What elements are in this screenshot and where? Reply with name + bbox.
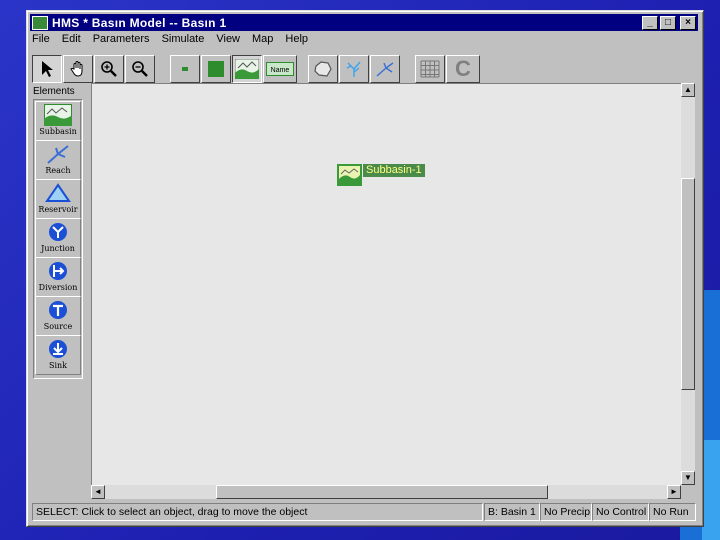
scroll-down-button[interactable]: ▼ (681, 471, 695, 485)
palette-item-reach[interactable]: Reach (35, 140, 81, 180)
elements-palette: Subbasin Reach Reservoir Junction Divers… (33, 99, 83, 379)
large-square-icon (208, 61, 224, 77)
title-bar[interactable]: HMS * Basın Model -- Basın 1 _ □ × (30, 14, 698, 31)
horizontal-scrollbar[interactable]: ◄ ► (91, 485, 681, 499)
palette-label-source: Source (43, 322, 73, 331)
boundary-icon (314, 61, 332, 77)
menu-parameters[interactable]: Parameters (93, 33, 150, 51)
window-title: HMS * Basın Model -- Basın 1 (52, 15, 227, 30)
name-label-icon: Name (266, 62, 294, 76)
palette-item-junction[interactable]: Junction (35, 218, 81, 258)
sink-icon (49, 340, 67, 358)
grid-toggle[interactable] (415, 55, 445, 83)
status-run: No Run (649, 503, 696, 521)
palette-item-reservoir[interactable]: Reservoir (35, 179, 81, 219)
hand-icon (70, 61, 83, 77)
vertical-scrollbar[interactable]: ▲ ▼ (681, 83, 695, 485)
toolbar: Name C (32, 55, 692, 83)
palette-item-subbasin[interactable]: Subbasin (35, 101, 81, 141)
basin-map-canvas[interactable]: Subbasin-1 (91, 83, 682, 486)
menu-bar: File Edit Parameters Simulate View Map H… (32, 33, 320, 51)
palette-label-diversion: Diversion (38, 283, 78, 292)
zoom-in-icon (101, 61, 117, 77)
stream-icon (376, 62, 394, 77)
elements-palette-title: Elements (33, 86, 75, 97)
map-icon-toggle[interactable] (232, 55, 262, 83)
horizontal-scroll-thumb[interactable] (216, 485, 548, 499)
subbasin-1-node[interactable]: Subbasin-1 (337, 163, 425, 186)
status-message: SELECT: Click to select an object, drag … (32, 503, 483, 521)
stream-network-toggle[interactable] (339, 55, 369, 83)
palette-item-source[interactable]: Source (35, 296, 81, 336)
minimize-button[interactable]: _ (642, 15, 658, 30)
menu-simulate[interactable]: Simulate (162, 33, 205, 51)
subbasin-icon (44, 104, 72, 126)
vertical-scroll-thumb[interactable] (681, 178, 695, 390)
palette-label-reservoir: Reservoir (38, 205, 78, 214)
small-square-icon (182, 67, 188, 71)
name-toggle[interactable]: Name (263, 55, 297, 83)
menu-map[interactable]: Map (252, 33, 273, 51)
menu-help[interactable]: Help (285, 33, 308, 51)
desktop-accent-light (702, 440, 720, 540)
reach-icon (47, 145, 69, 164)
close-button[interactable]: × (680, 15, 696, 30)
menu-edit[interactable]: Edit (62, 33, 81, 51)
palette-label-reach: Reach (45, 166, 71, 175)
landscape-icon (235, 59, 259, 79)
subbasin-1-label: Subbasin-1 (363, 163, 425, 177)
small-icon-toggle[interactable] (170, 55, 200, 83)
name-toggle-label: Name (271, 67, 290, 74)
maximize-button[interactable]: □ (660, 15, 676, 30)
hms-app-icon (32, 15, 48, 30)
arrow-pointer-icon (42, 61, 53, 77)
palette-label-junction: Junction (41, 244, 75, 253)
select-tool-button[interactable] (32, 55, 62, 83)
reservoir-triangle-icon (45, 183, 71, 202)
status-bar: SELECT: Click to select an object, drag … (32, 503, 696, 521)
status-control: No Control (592, 503, 649, 521)
palette-label-sink: Sink (48, 361, 68, 370)
menu-view[interactable]: View (216, 33, 240, 51)
compute-button[interactable]: C (446, 55, 480, 83)
palette-item-diversion[interactable]: Diversion (35, 257, 81, 297)
scroll-left-button[interactable]: ◄ (91, 485, 105, 499)
c-letter-icon: C (455, 56, 471, 81)
river-network-icon (346, 61, 361, 77)
scroll-right-button[interactable]: ► (667, 485, 681, 499)
junction-icon (49, 223, 67, 241)
palette-label-subbasin: Subbasin (39, 127, 77, 136)
menu-file[interactable]: File (32, 33, 50, 51)
zoom-in-button[interactable] (94, 55, 124, 83)
scroll-up-button[interactable]: ▲ (681, 83, 695, 97)
reach-toggle[interactable] (370, 55, 400, 83)
zoom-out-button[interactable] (125, 55, 155, 83)
zoom-out-icon (132, 61, 148, 77)
hms-basin-model-window: HMS * Basın Model -- Basın 1 _ □ × File … (26, 10, 704, 527)
subbasin-icon (337, 164, 362, 186)
basin-boundary-toggle[interactable] (308, 55, 338, 83)
diversion-icon (49, 262, 67, 280)
status-precip: No Precip (540, 503, 592, 521)
source-icon (49, 301, 67, 319)
large-icon-toggle[interactable] (201, 55, 231, 83)
pan-tool-button[interactable] (63, 55, 93, 83)
status-basin: B: Basin 1 (484, 503, 540, 521)
grid-icon (420, 60, 440, 78)
palette-item-sink[interactable]: Sink (35, 335, 81, 375)
